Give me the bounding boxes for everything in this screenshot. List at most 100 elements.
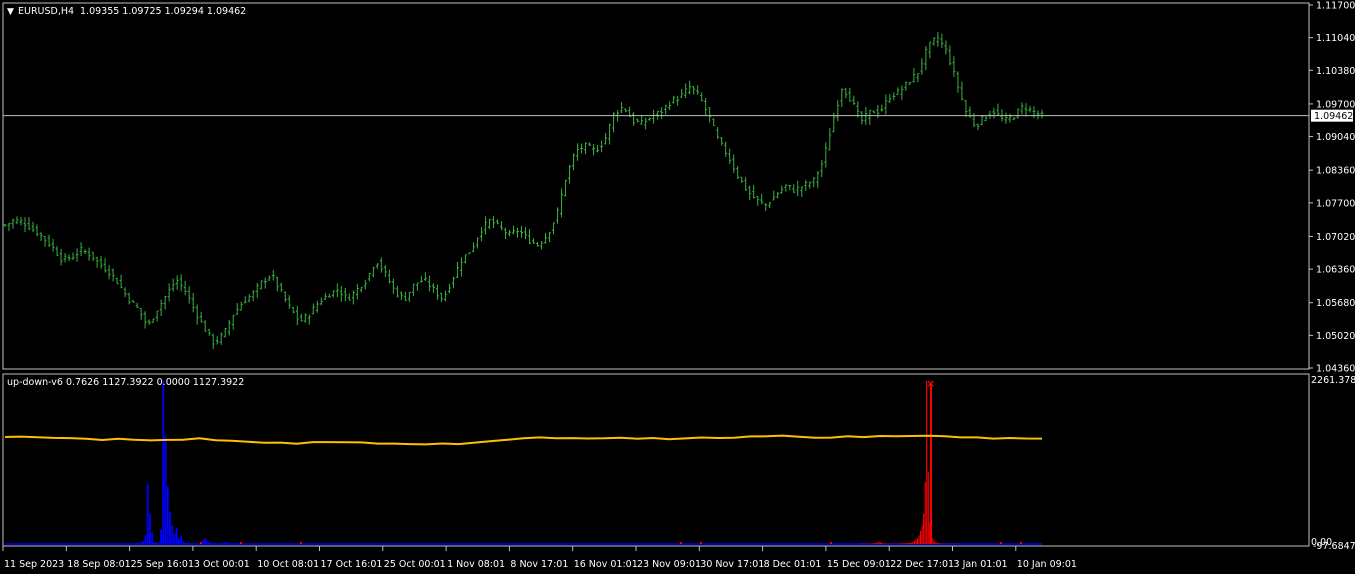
time-tick-label: 16 Nov 01:01: [574, 559, 638, 570]
up-histogram-bar: [137, 542, 140, 544]
up-histogram-bar: [173, 533, 176, 544]
time-tick-label: 10 Oct 08:01: [257, 559, 319, 570]
down-histogram-bar: [915, 539, 917, 544]
time-tick-label: 8 Dec 01:01: [764, 559, 822, 570]
up-histogram-bar: [180, 535, 183, 544]
spike-marker-icon: ×: [926, 377, 935, 390]
down-histogram-bar: [903, 543, 905, 544]
down-histogram-bar: [933, 541, 935, 544]
price-tick-label: 1.07700: [1316, 198, 1355, 209]
down-histogram-bar: [932, 538, 934, 544]
down-histogram-bar: [300, 542, 302, 544]
down-histogram-bar: [935, 542, 937, 544]
up-histogram-bar: [169, 511, 171, 544]
down-histogram-bar: [920, 531, 922, 544]
price-tick-label: 1.11040: [1316, 33, 1355, 44]
up-histogram-bar: [231, 543, 234, 544]
price-tick-label: 1.05680: [1316, 298, 1355, 309]
down-histogram-bar: [875, 542, 877, 544]
indicator-min-label: -97.6847: [1313, 541, 1355, 552]
down-histogram-bar: [878, 541, 880, 544]
up-histogram-bar: [191, 543, 194, 544]
up-histogram-bar: [133, 543, 136, 544]
up-histogram-bar: [164, 435, 167, 544]
price-tick-label: 1.11700: [1316, 1, 1355, 12]
time-tick-label: 17 Oct 16:01: [321, 559, 383, 570]
down-histogram-bar: [680, 542, 682, 544]
up-histogram-bar: [166, 486, 169, 544]
up-histogram-bar: [202, 539, 205, 544]
up-histogram-bar: [149, 513, 151, 544]
chart-background: [0, 0, 1355, 574]
up-histogram-bar: [160, 529, 162, 544]
time-tick-label: 23 Nov 09:01: [637, 559, 701, 570]
price-tick-label: 1.08360: [1316, 166, 1355, 177]
up-histogram-bar: [209, 542, 212, 544]
down-histogram-bar: [1020, 542, 1022, 544]
up-histogram-bar: [227, 542, 229, 544]
time-tick-label: 25 Oct 00:01: [384, 559, 446, 570]
up-histogram-bar: [146, 483, 149, 544]
down-histogram-bar: [883, 543, 885, 544]
down-histogram-bar: [904, 543, 906, 544]
up-histogram-bar: [135, 543, 138, 544]
down-histogram-bar: [876, 542, 879, 544]
down-histogram-bar: [913, 541, 915, 544]
up-histogram-bar: [211, 543, 214, 544]
down-histogram-bar: [884, 543, 886, 544]
up-histogram-bar: [184, 542, 187, 544]
main-chart-ohlc: 1.09355 1.09725 1.09294 1.09462: [80, 6, 246, 17]
down-histogram-bar: [906, 542, 908, 544]
symbol-menu-icon[interactable]: ▼: [7, 7, 14, 17]
time-tick-label: 22 Dec 17:01: [890, 559, 954, 570]
time-tick-label: 8 Nov 17:01: [510, 559, 568, 570]
time-tick-label: 3 Jan 01:01: [954, 559, 1008, 570]
down-histogram-bar: [881, 542, 883, 544]
down-histogram-bar: [830, 542, 832, 544]
down-histogram-bar: [901, 543, 903, 544]
time-tick-label: 18 Sep 08:01: [67, 559, 130, 570]
up-histogram-bar: [155, 542, 158, 544]
time-tick-label: 25 Sep 16:01: [131, 559, 194, 570]
down-histogram-bar: [936, 542, 939, 544]
price-tick-label: 1.05020: [1316, 331, 1355, 342]
up-histogram-bar: [186, 542, 189, 544]
price-tick-label: 1.09040: [1316, 132, 1355, 143]
down-histogram-bar: [918, 535, 920, 544]
indicator-title: up-down-v6 0.7626 1127.3922 0.0000 1127.…: [7, 377, 244, 388]
up-histogram-bar: [204, 538, 207, 544]
up-histogram-bar: [189, 543, 191, 544]
down-histogram-bar: [909, 542, 911, 544]
down-histogram-bar: [910, 542, 912, 544]
up-histogram-bar: [178, 538, 180, 544]
time-tick-label: 11 Sep 2023: [4, 559, 64, 570]
current-price-tag: 1.09462: [1311, 109, 1353, 122]
down-histogram-bar: [240, 542, 242, 544]
up-histogram-bar: [151, 532, 154, 544]
down-histogram-bar: [924, 482, 926, 544]
up-histogram-bar: [224, 541, 227, 544]
time-tick-label: 30 Nov 17:01: [700, 559, 764, 570]
down-histogram-bar: [927, 471, 929, 544]
up-histogram-bar: [207, 541, 209, 544]
current-price-label: 1.09462: [1314, 111, 1353, 122]
up-histogram-bar: [153, 542, 156, 544]
chart-canvas[interactable]: 1.11700 1.11040 1.10380 1.09700 1.09040 1.083…: [0, 0, 1355, 574]
time-tick-label: 10 Jan 09:01: [1017, 559, 1077, 570]
price-tick-label: 1.09700: [1316, 99, 1355, 110]
time-tick-label: 1 Nov 08:01: [447, 559, 505, 570]
up-histogram-bar: [182, 541, 185, 544]
down-histogram-bar: [938, 543, 940, 544]
up-histogram-bar: [175, 528, 178, 544]
up-histogram-bar: [144, 535, 147, 544]
down-histogram-bar: [921, 525, 923, 544]
price-tick-label: 1.04360: [1316, 364, 1355, 375]
price-tick-label: 1.10380: [1316, 66, 1355, 77]
down-histogram-bar: [1000, 542, 1002, 544]
down-histogram-bar: [923, 513, 925, 544]
time-tick-label: 15 Dec 09:01: [827, 559, 891, 570]
up-histogram-bar: [157, 543, 160, 544]
indicator-max-label: 2261.3787: [1311, 375, 1355, 386]
up-histogram-bar: [140, 542, 142, 544]
down-histogram-bar: [872, 543, 874, 544]
